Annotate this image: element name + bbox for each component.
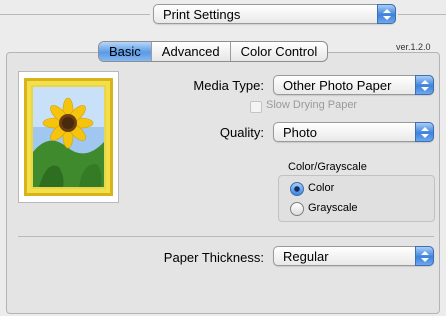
slow-drying-label: Slow Drying Paper xyxy=(266,99,358,111)
color-grayscale-title: Color/Grayscale xyxy=(288,161,367,173)
top-separator-right xyxy=(398,14,446,15)
radio-grayscale[interactable] xyxy=(290,202,304,216)
media-type-value: Other Photo Paper xyxy=(283,78,392,93)
paper-thickness-label: Paper Thickness: xyxy=(163,250,264,265)
paper-thickness-value: Regular xyxy=(283,249,329,264)
popup-arrows-icon xyxy=(415,246,434,266)
media-preview xyxy=(18,71,119,203)
tab-basic[interactable]: Basic xyxy=(99,42,151,61)
quality-label: Quality: xyxy=(219,125,264,140)
tab-color-control[interactable]: Color Control xyxy=(229,42,328,61)
quality-popup[interactable]: Photo xyxy=(273,122,434,142)
media-type-popup[interactable]: Other Photo Paper xyxy=(273,75,434,95)
tab-advanced[interactable]: Advanced xyxy=(150,42,230,61)
top-separator-left xyxy=(0,14,150,15)
sunflower-photo-icon xyxy=(24,78,113,196)
panel-divider xyxy=(18,236,434,237)
color-grayscale-group xyxy=(278,175,435,222)
tab-bar: Basic Advanced Color Control xyxy=(98,41,329,62)
slow-drying-checkbox[interactable] xyxy=(250,101,262,113)
quality-value: Photo xyxy=(283,125,317,140)
radio-color[interactable] xyxy=(290,182,304,196)
popup-arrows-icon xyxy=(415,75,434,95)
paper-thickness-popup[interactable]: Regular xyxy=(273,246,434,266)
version-label: ver.1.2.0 xyxy=(396,42,431,52)
print-settings-popup[interactable]: Print Settings xyxy=(153,4,396,24)
popup-arrows-icon xyxy=(415,122,434,142)
popup-arrows-icon xyxy=(377,4,396,24)
grayscale-option-label: Grayscale xyxy=(308,202,358,214)
color-option-label: Color xyxy=(308,182,335,194)
print-settings-value: Print Settings xyxy=(163,7,241,22)
media-type-label: Media Type: xyxy=(193,78,264,93)
